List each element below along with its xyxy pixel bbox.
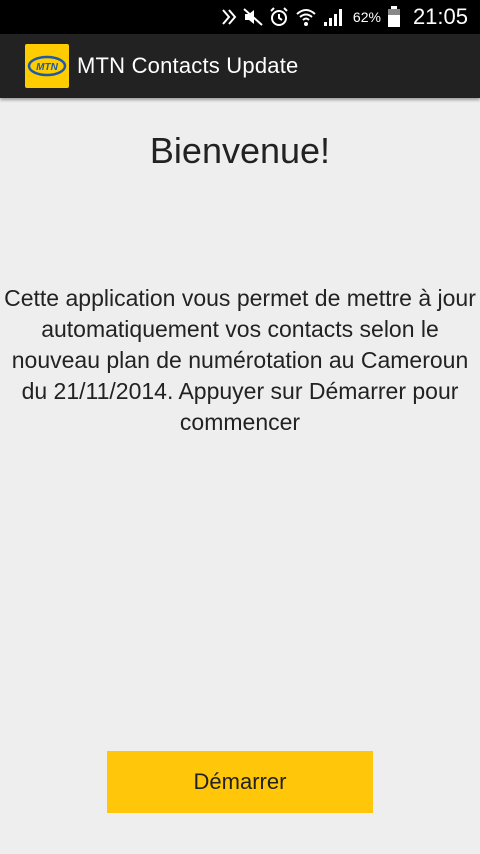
logo-text: MTN <box>36 62 58 73</box>
mtn-logo-icon: MTN <box>25 44 69 88</box>
status-bar: 62% 21:05 <box>0 0 480 34</box>
action-bar: MTN MTN Contacts Update <box>0 34 480 98</box>
signal-icon <box>323 7 345 27</box>
battery-icon <box>387 6 401 28</box>
alarm-icon <box>269 7 289 27</box>
wifi-icon <box>295 7 317 27</box>
nfc-icon <box>221 8 237 26</box>
status-icons: 62% 21:05 <box>221 0 468 34</box>
start-button[interactable]: Démarrer <box>107 751 373 813</box>
mute-icon <box>243 8 263 26</box>
welcome-heading: Bienvenue! <box>149 130 331 171</box>
battery-percent: 62% <box>352 9 381 25</box>
app-title: MTN Contacts Update <box>77 53 299 78</box>
clock: 21:05 <box>412 4 468 29</box>
description-text: Cette application vous permet de mettre … <box>4 285 476 435</box>
